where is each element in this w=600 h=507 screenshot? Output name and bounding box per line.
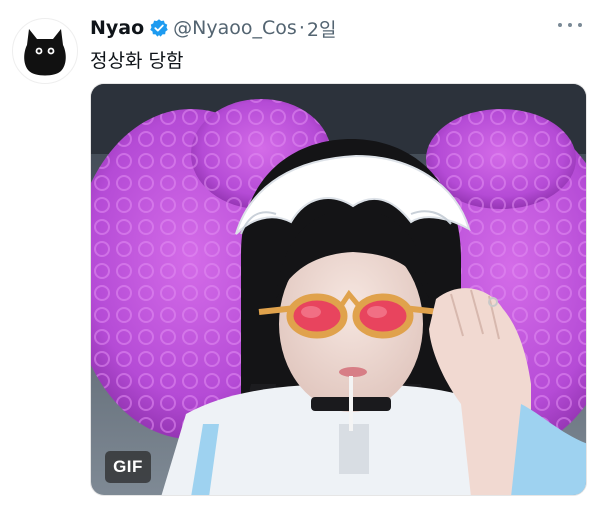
author-name[interactable]: Nyao bbox=[90, 17, 144, 39]
tweet: Nyao @Nyaoo_Cos · 2일 정상화 당함 GIF bbox=[0, 0, 600, 507]
tweet-media-gif[interactable]: GIF bbox=[90, 83, 587, 496]
tweet-text: 정상화 당함 bbox=[90, 50, 184, 72]
author-handle[interactable]: @Nyaoo_Cos bbox=[173, 17, 297, 39]
black-cat-avatar-icon bbox=[24, 29, 66, 76]
timestamp[interactable]: 2일 bbox=[307, 15, 337, 42]
separator-dot: · bbox=[298, 17, 305, 39]
gif-badge[interactable]: GIF bbox=[105, 451, 151, 483]
cosplay-photo bbox=[91, 84, 586, 495]
verified-badge-icon bbox=[149, 18, 169, 38]
avatar[interactable] bbox=[12, 18, 78, 84]
tweet-header: Nyao @Nyaoo_Cos · 2일 bbox=[90, 14, 550, 42]
more-options-icon[interactable] bbox=[558, 18, 582, 32]
